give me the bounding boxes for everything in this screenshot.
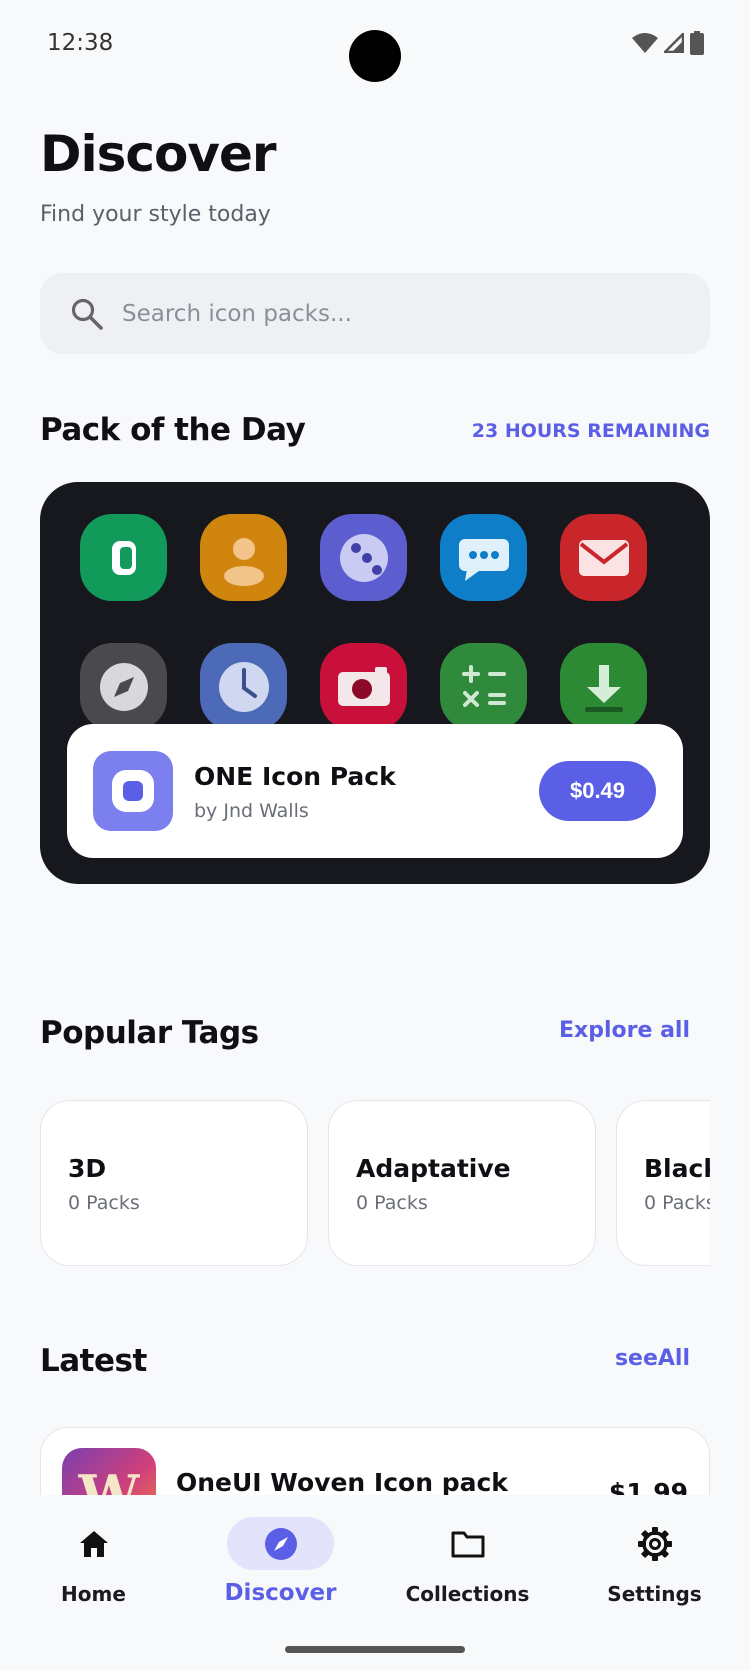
status-icons (632, 31, 704, 55)
galaxy-icon (320, 514, 407, 601)
tag-card[interactable]: 3D 0 Packs (40, 1100, 308, 1266)
icon-preview-row (80, 514, 680, 601)
status-time: 12:38 (47, 30, 114, 56)
download-icon (560, 643, 647, 730)
nav-pill (601, 1517, 708, 1570)
page-subtitle: Find your style today (40, 202, 271, 227)
explore-all-link[interactable]: Explore all (559, 1018, 690, 1043)
nav-label: Collections (405, 1582, 530, 1606)
nav-label: Home (61, 1582, 126, 1606)
featured-pack-panel[interactable]: ONE Icon Pack by Jnd Walls $0.49 (67, 724, 683, 858)
compass-icon (264, 1527, 297, 1560)
phone-screen: 12:38 Discover Find your style today Pac… (0, 0, 750, 1670)
messages-icon (440, 514, 527, 601)
pack-of-day-title: Pack of the Day (40, 412, 306, 448)
nav-item-discover[interactable]: Discover (187, 1495, 374, 1625)
nav-pill (414, 1517, 521, 1570)
tag-count: 0 Packs (644, 1192, 710, 1214)
pack-logo (93, 751, 173, 831)
home-icon (79, 1530, 108, 1557)
email-icon (560, 514, 647, 601)
gesture-home-bar[interactable] (285, 1646, 465, 1653)
pack-logo-inner (112, 770, 154, 812)
folder-icon (451, 1531, 484, 1557)
see-all-link[interactable]: seeAll (615, 1346, 690, 1371)
page-title: Discover (40, 125, 277, 183)
tag-count: 0 Packs (356, 1192, 428, 1214)
search-icon (71, 298, 103, 330)
pack-of-day-card[interactable]: ONE Icon Pack by Jnd Walls $0.49 (40, 482, 710, 884)
pack-logo-dot (123, 781, 143, 801)
status-bar: 12:38 (0, 0, 750, 90)
pack-name: ONE Icon Pack (194, 762, 396, 791)
latest-pack-name: OneUI Woven Icon pack (176, 1468, 508, 1497)
search-input[interactable] (122, 300, 622, 327)
pack-price-button[interactable]: $0.49 (539, 761, 656, 821)
nav-label: Discover (224, 1580, 337, 1606)
nav-item-home[interactable]: Home (0, 1495, 187, 1625)
tag-count: 0 Packs (68, 1192, 140, 1214)
latest-title: Latest (40, 1343, 147, 1379)
search-bar[interactable] (40, 273, 710, 354)
signal-icon (664, 33, 684, 53)
bottom-navigation: Home Discover Collections Settings (0, 1495, 750, 1670)
wifi-icon (632, 33, 658, 53)
calculator-icon (440, 643, 527, 730)
tag-name: Black (644, 1154, 710, 1183)
time-remaining-label: 23 HOURS REMAINING (471, 420, 710, 442)
popular-tags-title: Popular Tags (40, 1015, 259, 1051)
compass-icon (80, 643, 167, 730)
camera-icon (320, 643, 407, 730)
tag-card[interactable]: Black 0 Packs (616, 1100, 710, 1266)
clock-icon (200, 643, 287, 730)
camera-cutout (349, 30, 401, 82)
nav-label: Settings (607, 1582, 702, 1606)
gear-icon (637, 1526, 672, 1561)
tags-carousel[interactable]: 3D 0 Packs Adaptative 0 Packs Black 0 Pa… (40, 1100, 710, 1268)
icon-preview-row (80, 643, 680, 730)
tag-name: Adaptative (356, 1154, 511, 1183)
tag-name: 3D (68, 1154, 107, 1183)
phone-icon (80, 514, 167, 601)
pack-author: by Jnd Walls (194, 800, 309, 822)
nav-pill (40, 1517, 147, 1570)
battery-icon (690, 31, 704, 55)
contacts-icon (200, 514, 287, 601)
nav-item-collections[interactable]: Collections (374, 1495, 561, 1625)
tag-card[interactable]: Adaptative 0 Packs (328, 1100, 596, 1266)
nav-item-settings[interactable]: Settings (561, 1495, 748, 1625)
nav-pill-active (227, 1517, 334, 1570)
